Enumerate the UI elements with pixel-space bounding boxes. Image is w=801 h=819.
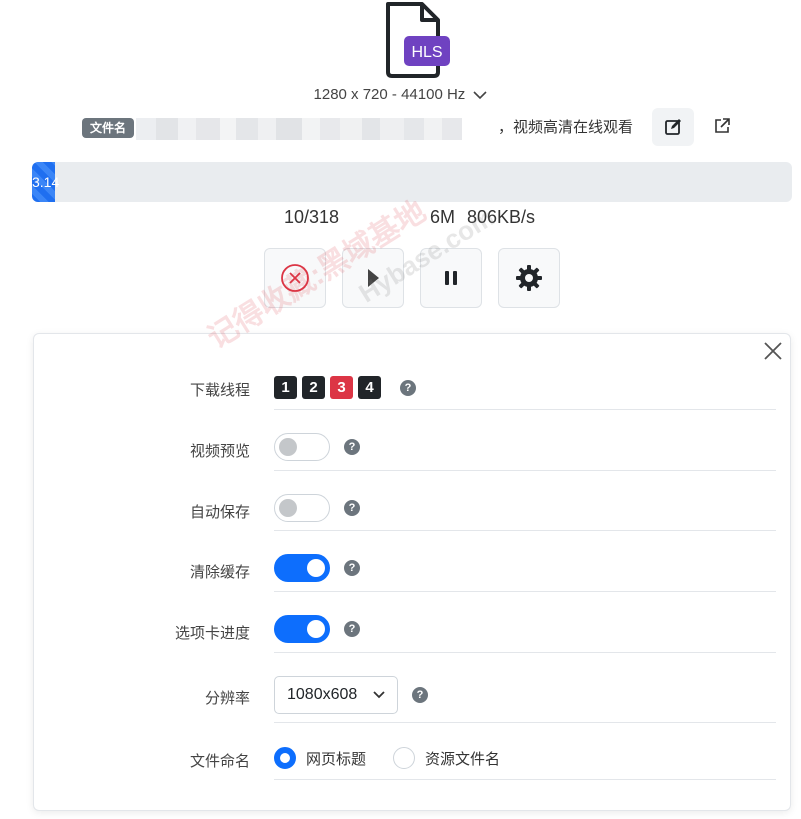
naming-option-label: 资源文件名 bbox=[425, 750, 501, 768]
format-info-text: 1280 x 720 - 44100 Hz bbox=[313, 86, 466, 103]
settings-button[interactable] bbox=[498, 248, 560, 308]
close-icon[interactable] bbox=[762, 340, 784, 362]
naming-option-resource-name[interactable]: 资源文件名 bbox=[393, 747, 500, 769]
hls-file-icon: HLS bbox=[386, 2, 450, 78]
setting-autosave: 自动保存 ? bbox=[34, 493, 792, 533]
help-icon[interactable]: ? bbox=[344, 560, 360, 576]
help-icon[interactable]: ? bbox=[344, 621, 360, 637]
radio-dot bbox=[274, 747, 296, 769]
format-info[interactable]: 1280 x 720 - 44100 Hz bbox=[0, 86, 801, 103]
help-icon[interactable]: ? bbox=[344, 500, 360, 516]
preview-toggle[interactable] bbox=[274, 433, 330, 461]
pause-icon bbox=[445, 271, 457, 285]
naming-label: 文件命名 bbox=[189, 753, 250, 770]
download-speed: 806KB/s bbox=[467, 207, 536, 227]
thread-option-1[interactable]: 1 bbox=[274, 376, 297, 399]
setting-resolution: 分辨率 1080x608 ? bbox=[34, 676, 792, 724]
setting-preview: 视频预览 ? bbox=[34, 432, 792, 472]
open-external-button[interactable] bbox=[706, 110, 738, 142]
clear-cache-label: 清除缓存 bbox=[189, 564, 250, 581]
play-icon bbox=[368, 269, 379, 287]
format-badge: HLS bbox=[411, 44, 442, 61]
setting-clear-cache: 清除缓存 ? bbox=[34, 554, 792, 594]
setting-threads: 下载线程 1234 ? bbox=[34, 376, 792, 410]
gear-icon bbox=[516, 265, 542, 291]
filename-badge: 文件名 bbox=[82, 118, 135, 138]
resolution-label: 分辨率 bbox=[204, 690, 250, 707]
setting-file-naming: 文件命名 网页标题 资源文件名 bbox=[34, 746, 792, 780]
threads-group: 1234 bbox=[274, 376, 381, 399]
threads-label: 下载线程 bbox=[189, 382, 250, 399]
resolution-value: 1080x608 bbox=[287, 686, 358, 703]
downloaded-size: 6M bbox=[430, 207, 456, 227]
autosave-toggle[interactable] bbox=[274, 494, 330, 522]
play-button[interactable] bbox=[342, 248, 404, 308]
help-icon[interactable]: ? bbox=[400, 380, 416, 396]
filename-row: 文件名 ，视频高清在线观看 bbox=[82, 108, 742, 146]
download-progress-bar: 3.14 bbox=[32, 162, 792, 202]
settings-panel: 下载线程 1234 ? 视频预览 ? 自动保存 ? 清除缓存 ? 选项卡进度 ?… bbox=[33, 333, 791, 811]
help-icon[interactable]: ? bbox=[344, 439, 360, 455]
external-link-icon bbox=[715, 118, 730, 133]
radio-dot bbox=[393, 747, 415, 769]
naming-option-label: 网页标题 bbox=[306, 750, 367, 768]
tab-progress-label: 选项卡进度 bbox=[174, 625, 250, 642]
thread-option-4[interactable]: 4 bbox=[358, 376, 381, 399]
thread-option-2[interactable]: 2 bbox=[302, 376, 325, 399]
setting-tab-progress: 选项卡进度 ? bbox=[34, 615, 792, 655]
progress-label: 3.14 bbox=[32, 174, 60, 190]
clear-cache-toggle[interactable] bbox=[274, 554, 330, 582]
chevron-down-icon bbox=[373, 691, 385, 699]
edit-icon bbox=[665, 119, 681, 135]
thread-option-3[interactable]: 3 bbox=[330, 376, 353, 399]
naming-option-page-title[interactable]: 网页标题 bbox=[274, 747, 366, 769]
cancel-circle-icon bbox=[281, 264, 309, 292]
edit-filename-button[interactable] bbox=[652, 108, 694, 146]
resolution-select[interactable]: 1080x608 bbox=[274, 676, 398, 714]
filename-text: ，视频高清在线观看 bbox=[498, 119, 634, 136]
cancel-button[interactable] bbox=[264, 248, 326, 308]
help-icon[interactable]: ? bbox=[412, 687, 428, 703]
segment-count: 10/318 bbox=[284, 207, 340, 227]
tab-progress-toggle[interactable] bbox=[274, 615, 330, 643]
preview-label: 视频预览 bbox=[189, 443, 250, 460]
chevron-down-icon bbox=[473, 91, 488, 100]
pause-button[interactable] bbox=[420, 248, 482, 308]
autosave-label: 自动保存 bbox=[189, 504, 250, 521]
